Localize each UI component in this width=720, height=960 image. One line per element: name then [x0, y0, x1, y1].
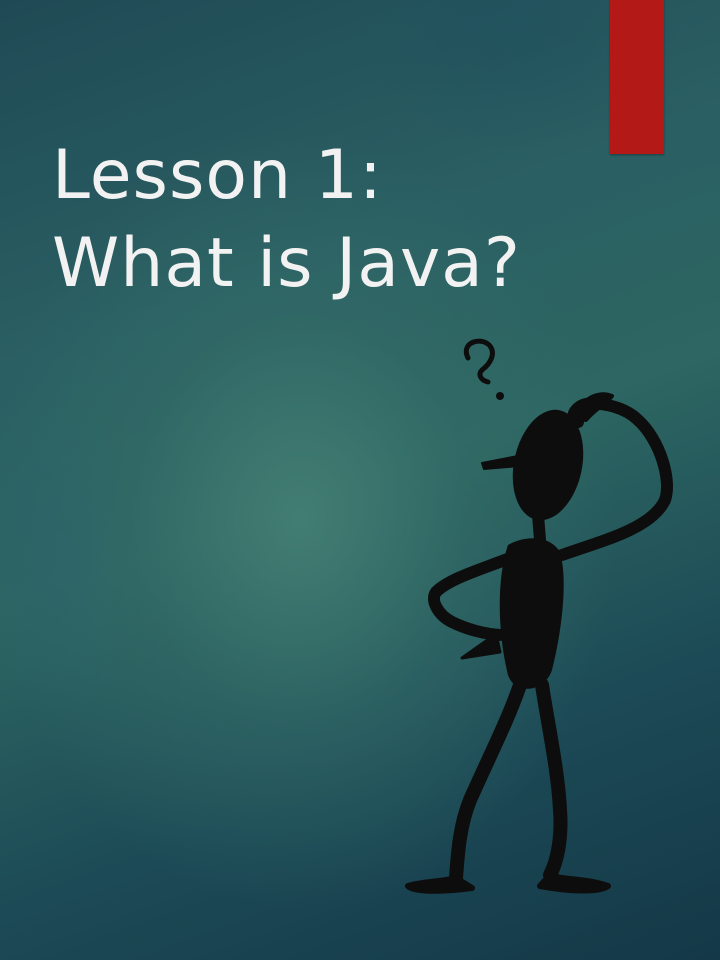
question-mark-curve [463, 338, 495, 385]
figure-hip-arm [428, 552, 516, 641]
slide-canvas: Lesson 1: What is Java? [0, 0, 720, 960]
title-line-1: Lesson 1: [52, 136, 383, 215]
figure-left-foot [405, 875, 475, 894]
question-mark-dot [496, 392, 504, 400]
confused-stick-figure-icon [405, 338, 673, 894]
title-line-2: What is Java? [52, 224, 521, 303]
accent-bar [610, 0, 664, 154]
figure-right-leg [535, 678, 568, 882]
figure-left-leg [449, 678, 527, 885]
slide-title[interactable]: Lesson 1: What is Java? [52, 132, 592, 308]
figure-neck [532, 509, 546, 546]
figure-right-foot [537, 872, 611, 894]
